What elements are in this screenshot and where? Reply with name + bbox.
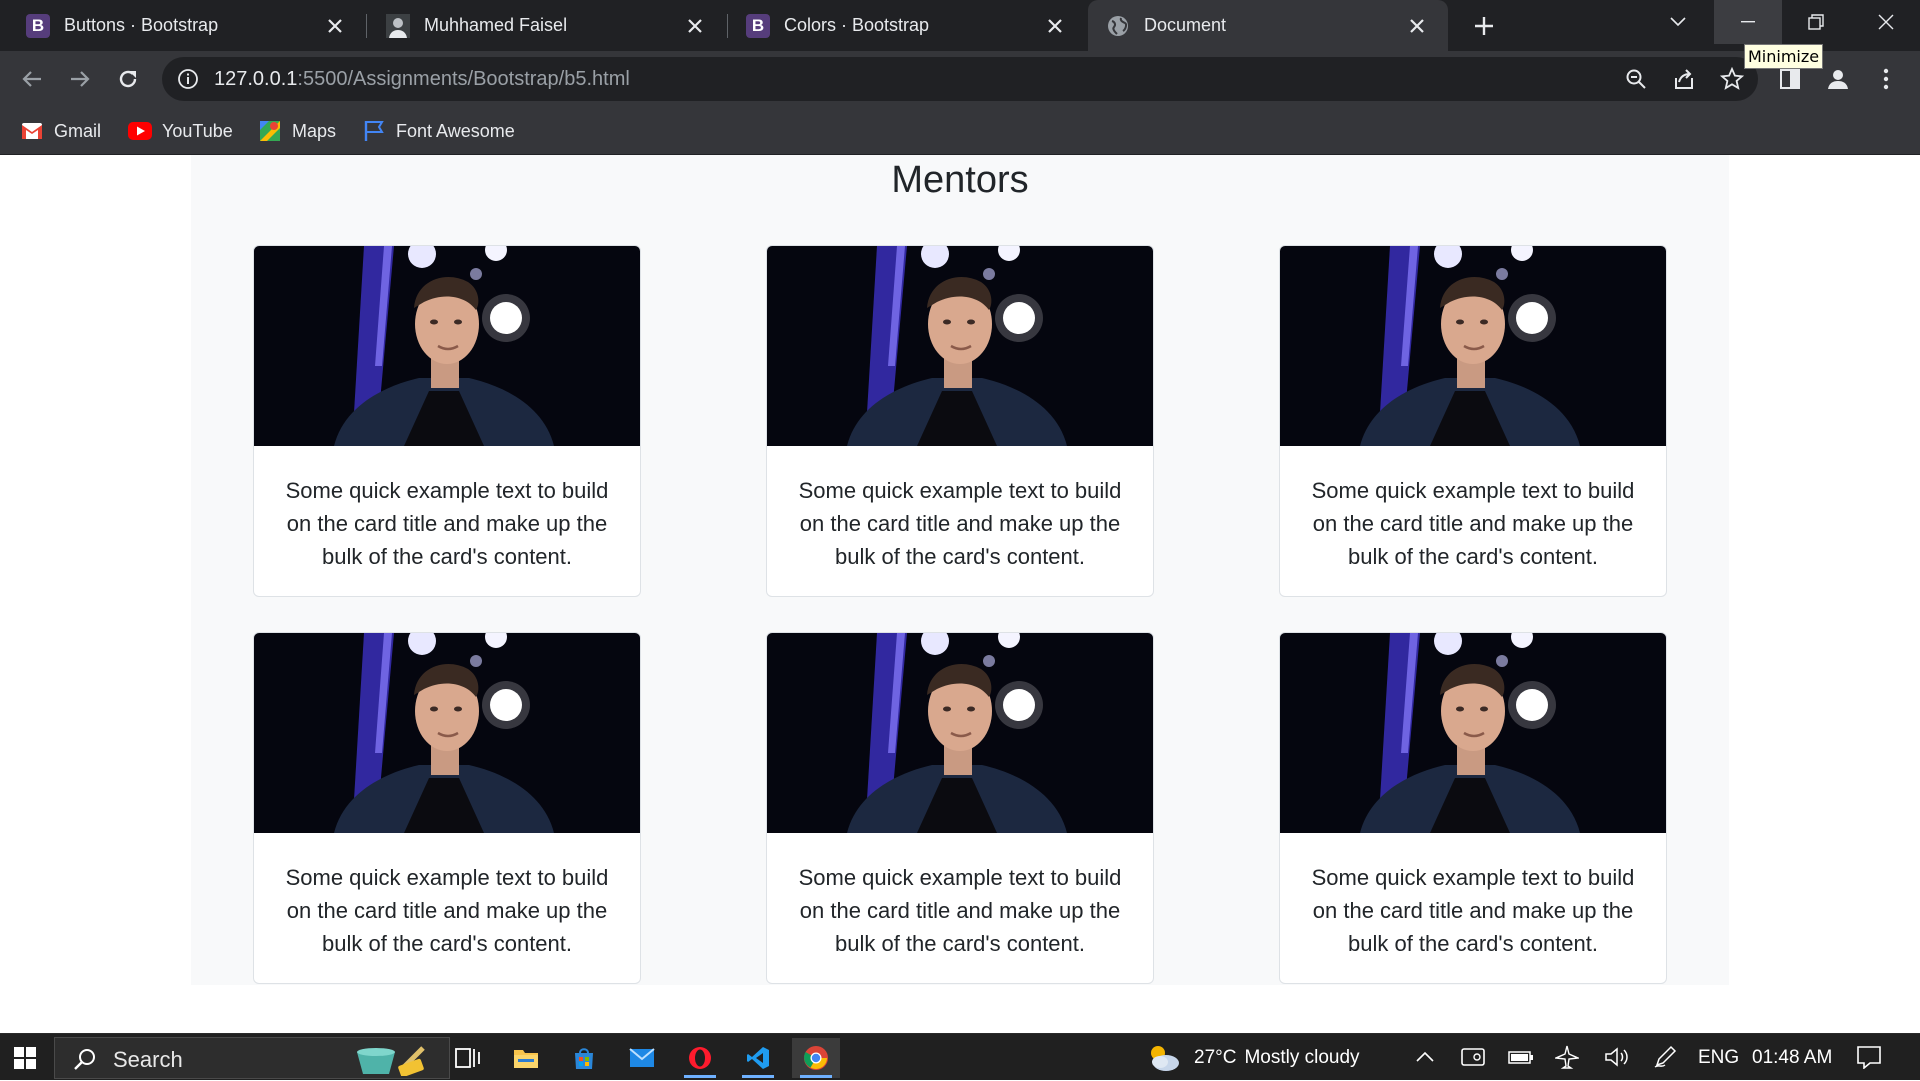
weather-cloudy-icon[interactable]	[1146, 1039, 1182, 1075]
close-tab-icon[interactable]	[1404, 13, 1430, 39]
notifications-icon[interactable]	[1856, 1044, 1882, 1070]
language-label: ENG	[1698, 1046, 1740, 1068]
bookmark-font-awesome[interactable]: Font Awesome	[362, 117, 515, 145]
mentor-photo	[1280, 633, 1666, 833]
globe-icon	[1106, 14, 1130, 38]
user-avatar-icon	[386, 13, 410, 38]
language-indicator[interactable]: ENG	[1698, 1034, 1739, 1081]
chrome-icon[interactable]	[792, 1038, 840, 1078]
back-button[interactable]	[14, 61, 50, 97]
bookmark-label: Maps	[292, 120, 337, 141]
close-tab-icon[interactable]	[1042, 13, 1068, 39]
minimize-tooltip: Minimize	[1744, 44, 1824, 69]
weather-temp: 27°C	[1194, 1046, 1237, 1068]
tab-buttons-bootstrap[interactable]: B Buttons · Bootstrap	[8, 0, 366, 51]
chevron-up-icon[interactable]	[1412, 1044, 1438, 1070]
tab-strip: B Buttons · Bootstrap Muhhamed Faisel B …	[0, 0, 1920, 51]
bookmark-label: YouTube	[162, 120, 233, 141]
address-bar[interactable]: 127.0.0.1:5500/Assignments/Bootstrap/b5.…	[162, 57, 1758, 101]
card-text: Some quick example text to build on the …	[1311, 478, 1635, 569]
bookmark-gmail[interactable]: Gmail	[20, 117, 101, 145]
bookmarks-bar: Gmail YouTube Maps Font Awesome	[0, 107, 1920, 155]
vscode-icon[interactable]	[734, 1038, 782, 1078]
card-text: Some quick example text to build on the …	[798, 865, 1122, 956]
new-tab-button[interactable]	[1466, 8, 1502, 44]
url-text: 127.0.0.1:5500/Assignments/Bootstrap/b5.…	[214, 68, 630, 90]
bookmark-label: Font Awesome	[396, 120, 515, 141]
tab-search-button[interactable]	[1644, 0, 1712, 44]
tab-label: Colors · Bootstrap	[784, 15, 930, 35]
taskbar-search-box[interactable]: Search	[54, 1037, 450, 1079]
close-window-button[interactable]	[1852, 0, 1920, 44]
bootstrap-icon: B	[746, 13, 770, 38]
search-highlight-icon	[351, 1042, 439, 1081]
microsoft-store-icon[interactable]	[560, 1038, 608, 1078]
tab-document[interactable]: Document	[1088, 0, 1448, 51]
weather-widget[interactable]: 27°C Mostly cloudy	[1194, 1034, 1360, 1081]
close-tab-icon[interactable]	[322, 13, 348, 39]
minimize-button[interactable]	[1714, 0, 1782, 44]
file-explorer-icon[interactable]	[502, 1038, 550, 1078]
mentor-card: Some quick example text to build on the …	[253, 632, 641, 984]
windows-start-icon[interactable]	[14, 1047, 36, 1069]
reload-button[interactable]	[110, 61, 146, 97]
tab-label: Document	[1144, 15, 1227, 35]
meet-now-icon[interactable]	[1460, 1044, 1486, 1070]
mentor-card: Some quick example text to build on the …	[253, 245, 641, 597]
forward-button[interactable]	[62, 61, 98, 97]
weather-desc: Mostly cloudy	[1244, 1046, 1360, 1068]
tab-label: Buttons · Bootstrap	[64, 15, 219, 35]
gmail-icon	[20, 119, 44, 143]
mentor-photo	[254, 633, 640, 833]
clock-time: 01:48 AM	[1752, 1046, 1833, 1068]
maps-icon	[258, 119, 282, 143]
card-text: Some quick example text to build on the …	[1311, 865, 1635, 956]
bookmark-maps[interactable]: Maps	[258, 117, 336, 145]
clock[interactable]: 01:48 AM	[1752, 1034, 1832, 1081]
zoom-icon[interactable]	[1622, 65, 1650, 93]
browser-toolbar: 127.0.0.1:5500/Assignments/Bootstrap/b5.…	[0, 51, 1920, 107]
page-title: Mentors	[891, 159, 1029, 201]
close-tab-icon[interactable]	[682, 13, 708, 39]
tab-colors-bootstrap[interactable]: B Colors · Bootstrap	[728, 0, 1086, 51]
pen-icon[interactable]	[1652, 1044, 1678, 1070]
bookmark-label: Gmail	[54, 120, 102, 141]
bootstrap-icon: B	[26, 13, 50, 38]
search-label: Search	[113, 1047, 183, 1072]
volume-icon[interactable]	[1604, 1044, 1630, 1070]
search-icon	[73, 1047, 97, 1076]
tab-separator	[366, 14, 367, 38]
mentor-photo	[767, 246, 1153, 446]
windows-taskbar: Search 27°C Mostly cloudy ENG 01:48 AM	[0, 1033, 1920, 1080]
profile-icon[interactable]	[1820, 61, 1856, 97]
mentor-photo	[254, 246, 640, 446]
restore-button[interactable]	[1782, 0, 1850, 44]
bookmark-youtube[interactable]: YouTube	[128, 117, 233, 145]
mentor-card: Some quick example text to build on the …	[766, 632, 1154, 984]
mail-icon[interactable]	[618, 1038, 666, 1078]
mentor-card: Some quick example text to build on the …	[1279, 245, 1667, 597]
card-text: Some quick example text to build on the …	[798, 478, 1122, 569]
tab-muhhamed-faisel[interactable]: Muhhamed Faisel	[368, 0, 726, 51]
card-text: Some quick example text to build on the …	[285, 865, 609, 956]
mentors-section: Mentors Some quick example text to build…	[191, 155, 1729, 985]
youtube-icon	[128, 119, 152, 143]
task-view-icon[interactable]	[444, 1038, 492, 1078]
opera-icon[interactable]	[676, 1038, 724, 1078]
mentor-photo	[767, 633, 1153, 833]
mentor-card: Some quick example text to build on the …	[1279, 632, 1667, 984]
site-info-icon[interactable]	[176, 67, 200, 91]
card-text: Some quick example text to build on the …	[285, 478, 609, 569]
battery-icon[interactable]	[1508, 1044, 1534, 1070]
bookmark-star-icon[interactable]	[1718, 65, 1746, 93]
page-viewport: Mentors Some quick example text to build…	[0, 155, 1920, 1033]
share-icon[interactable]	[1670, 65, 1698, 93]
flag-icon	[362, 119, 386, 143]
mentor-card: Some quick example text to build on the …	[766, 245, 1154, 597]
menu-dots-icon[interactable]	[1868, 61, 1904, 97]
mentor-photo	[1280, 246, 1666, 446]
airplane-mode-icon[interactable]	[1554, 1044, 1580, 1070]
tab-label: Muhhamed Faisel	[424, 15, 568, 35]
